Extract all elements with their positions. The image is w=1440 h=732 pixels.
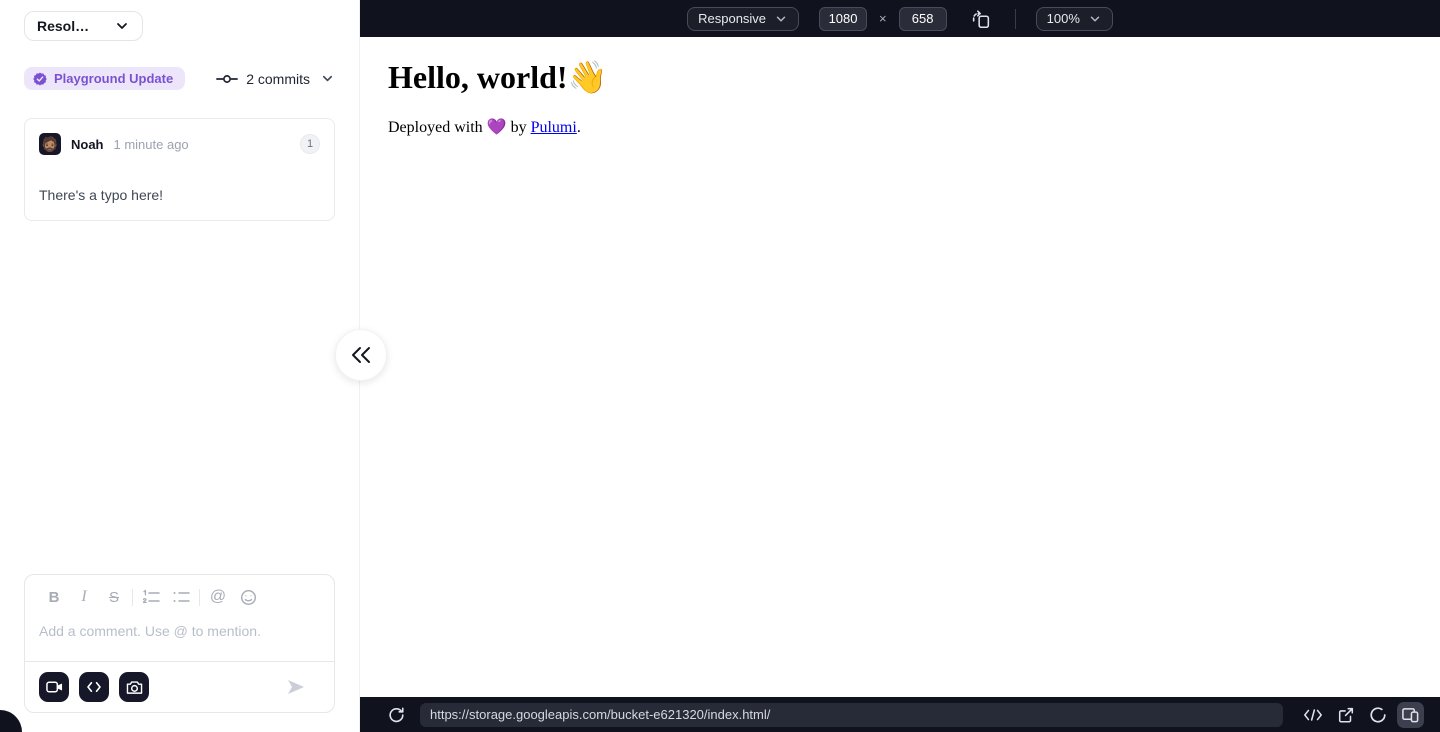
viewport-height-input[interactable] — [899, 7, 947, 31]
record-video-button[interactable] — [39, 672, 69, 702]
device-preview-toggle[interactable] — [1397, 702, 1424, 728]
page-paragraph: Deployed with 💜 by Pulumi. — [388, 117, 1440, 137]
zoom-level-dropdown[interactable]: 100% — [1036, 7, 1113, 31]
chevron-down-icon — [320, 71, 335, 86]
review-status-badge: Playground Update — [24, 67, 185, 90]
verified-badge-icon — [33, 72, 47, 86]
double-chevron-left-icon — [349, 343, 373, 367]
chevron-down-icon — [1088, 12, 1102, 26]
commits-dropdown[interactable]: 2 commits — [216, 71, 335, 87]
url-input[interactable] — [420, 703, 1283, 727]
collapse-sidebar-button[interactable] — [335, 329, 387, 381]
preview-pane: Responsive × 100% Hello, world!👋 Deploye… — [360, 0, 1440, 732]
page-heading: Hello, world!👋 — [388, 58, 1440, 96]
toolbar-divider — [132, 589, 133, 606]
dimension-separator: × — [879, 11, 887, 26]
url-toolbar — [360, 697, 1440, 732]
paragraph-prefix: Deployed with 💜 by — [388, 119, 531, 136]
comment-author: Noah — [71, 137, 104, 152]
url-toolbar-actions — [1299, 702, 1424, 728]
comment-timestamp: 1 minute ago — [114, 137, 189, 152]
resolved-filter-label: Resol… — [37, 18, 89, 34]
emoji-icon[interactable] — [233, 588, 263, 606]
viewport-width-input[interactable] — [819, 7, 867, 31]
code-snippet-button[interactable] — [79, 672, 109, 702]
bullet-list-icon[interactable] — [166, 588, 196, 606]
code-icon — [1303, 708, 1323, 722]
device-mode-dropdown[interactable]: Responsive — [687, 7, 799, 31]
camera-icon — [126, 680, 143, 695]
strikethrough-icon[interactable]: S — [99, 588, 129, 606]
rotate-viewport-button[interactable] — [967, 5, 995, 33]
zoom-level-label: 100% — [1047, 11, 1080, 26]
comment-count-badge: 1 — [300, 134, 320, 154]
comment-header: 🧔🏽 Noah 1 minute ago 1 — [39, 133, 320, 155]
composer-toolbar: B I S @ — [25, 575, 334, 606]
chevron-down-icon — [774, 12, 788, 26]
loading-spinner-button[interactable] — [1365, 702, 1391, 728]
comment-composer: B I S @ Add a comment. Use @ to mention. — [24, 574, 335, 713]
open-external-button[interactable] — [1333, 702, 1359, 728]
loading-spinner-icon — [1369, 706, 1387, 724]
toolbar-divider — [199, 589, 200, 606]
bold-icon[interactable]: B — [39, 588, 69, 606]
commits-label: 2 commits — [246, 71, 310, 87]
italic-icon[interactable]: I — [69, 588, 99, 606]
devices-icon — [1401, 706, 1420, 724]
git-commit-icon — [216, 73, 238, 85]
mention-icon[interactable]: @ — [203, 588, 233, 606]
device-toolbar: Responsive × 100% — [360, 0, 1440, 37]
comment-text: There's a typo here! — [39, 187, 320, 203]
ordered-list-icon[interactable] — [136, 588, 166, 606]
external-link-icon — [1337, 706, 1355, 724]
composer-footer — [25, 661, 334, 712]
viewport-size-group: × — [819, 7, 947, 31]
code-icon — [86, 681, 102, 693]
avatar-emoji: 🧔🏽 — [41, 137, 58, 151]
screenshot-button[interactable] — [119, 672, 149, 702]
pulumi-link[interactable]: Pulumi — [531, 119, 577, 136]
comment-input[interactable]: Add a comment. Use @ to mention. — [25, 606, 334, 661]
review-meta-row: Playground Update 2 commits — [24, 67, 335, 90]
send-icon — [286, 678, 306, 696]
video-camera-icon — [46, 680, 63, 694]
toolbar-divider — [1015, 9, 1016, 29]
rotate-device-icon — [970, 8, 992, 30]
refresh-button[interactable] — [384, 703, 408, 727]
review-status-label: Playground Update — [54, 71, 173, 86]
paragraph-suffix: . — [577, 119, 581, 136]
avatar: 🧔🏽 — [39, 133, 61, 155]
chevron-down-icon — [114, 18, 130, 34]
view-source-button[interactable] — [1299, 704, 1327, 726]
comments-sidebar: Resol… Playground Update 2 commits 🧔🏽 No… — [0, 0, 360, 732]
send-comment-button[interactable] — [286, 678, 306, 696]
refresh-icon — [387, 706, 405, 724]
device-mode-label: Responsive — [698, 11, 766, 26]
resolved-filter-dropdown[interactable]: Resol… — [24, 11, 143, 41]
comment-thread-card[interactable]: 🧔🏽 Noah 1 minute ago 1 There's a typo he… — [24, 118, 335, 221]
rendered-page: Hello, world!👋 Deployed with 💜 by Pulumi… — [360, 37, 1440, 697]
